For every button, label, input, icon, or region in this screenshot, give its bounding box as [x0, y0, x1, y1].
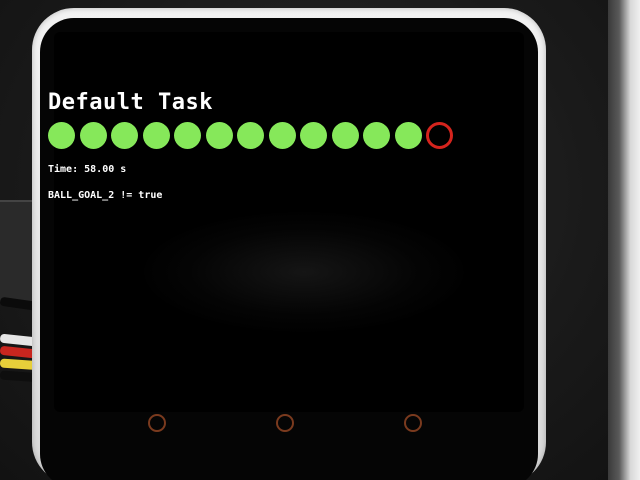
button-c[interactable] [404, 414, 422, 432]
lcd-screen [54, 32, 524, 412]
photo-scene: Default Task Time: 58.00 s BALL_GOAL_2 !… [0, 0, 640, 480]
ball-indicator-hit [268, 122, 296, 149]
button-b[interactable] [276, 414, 294, 432]
ball-progress-row [48, 122, 468, 150]
ball-indicator-hit [142, 122, 170, 149]
time-label: Time: [48, 164, 79, 175]
ball-indicator-hit [111, 122, 138, 149]
task-title: Default Task [48, 90, 213, 115]
ball-indicator-hit [331, 122, 359, 149]
device-case [32, 8, 546, 480]
ball-indicator-hit [363, 122, 390, 149]
adjacent-device-edge [608, 0, 640, 480]
ball-indicator-hit [79, 122, 107, 149]
connector-port [0, 200, 36, 302]
device-bezel [40, 18, 538, 480]
time-unit: s [120, 164, 127, 175]
ball-indicator-hit [237, 122, 264, 149]
time-readout: Time: 58.00 s [48, 164, 126, 175]
time-value: 58.00 [84, 164, 115, 175]
ball-indicator-hit [300, 122, 327, 149]
condition-text: BALL_GOAL_2 != true [48, 190, 163, 201]
ball-indicator-hit [48, 122, 75, 149]
screen-reflection [144, 212, 464, 332]
ball-indicator-miss [426, 122, 453, 149]
ball-indicator-hit [205, 122, 233, 149]
ball-indicator-hit [174, 122, 201, 149]
button-a[interactable] [148, 414, 166, 432]
ball-indicator-hit [394, 122, 422, 149]
